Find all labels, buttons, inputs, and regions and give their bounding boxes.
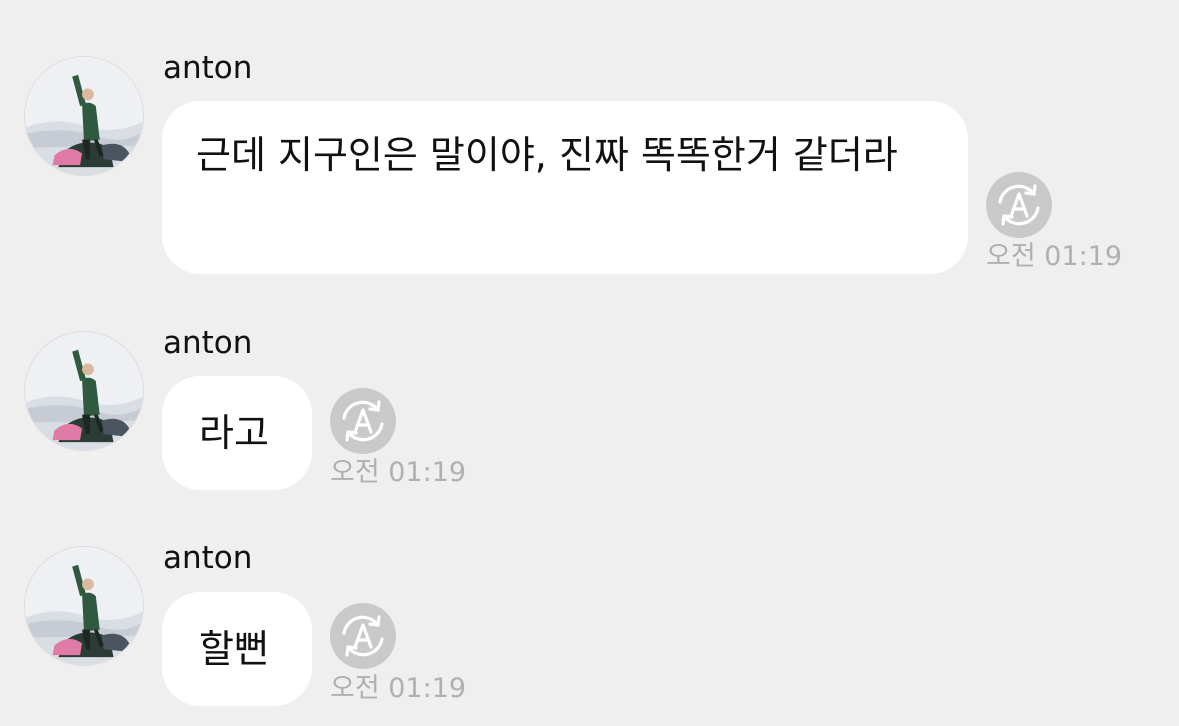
translate-icon bbox=[330, 388, 396, 454]
timestamp: 오전 01:19 bbox=[330, 673, 467, 704]
translate-button[interactable] bbox=[986, 172, 1052, 238]
message-bubble[interactable]: 근데 지구인은 말이야, 진짜 똑똑한거 같더라 bbox=[162, 101, 968, 274]
sender-name: anton bbox=[163, 540, 253, 576]
avatar[interactable] bbox=[24, 56, 144, 176]
message-bubble[interactable]: 라고 bbox=[162, 376, 312, 490]
translate-button[interactable] bbox=[330, 603, 396, 669]
avatar-photo bbox=[25, 57, 143, 175]
timestamp: 오전 01:19 bbox=[330, 457, 467, 488]
translate-icon bbox=[330, 603, 396, 669]
avatar-photo bbox=[25, 332, 143, 450]
avatar[interactable] bbox=[24, 331, 144, 451]
message-bubble[interactable]: 할뻔 bbox=[162, 592, 312, 706]
avatar-photo bbox=[25, 547, 143, 665]
translate-button[interactable] bbox=[330, 388, 396, 454]
sender-name: anton bbox=[163, 325, 253, 361]
sender-name: anton bbox=[163, 50, 253, 86]
translate-icon bbox=[986, 172, 1052, 238]
avatar[interactable] bbox=[24, 546, 144, 666]
timestamp: 오전 01:19 bbox=[986, 241, 1123, 272]
